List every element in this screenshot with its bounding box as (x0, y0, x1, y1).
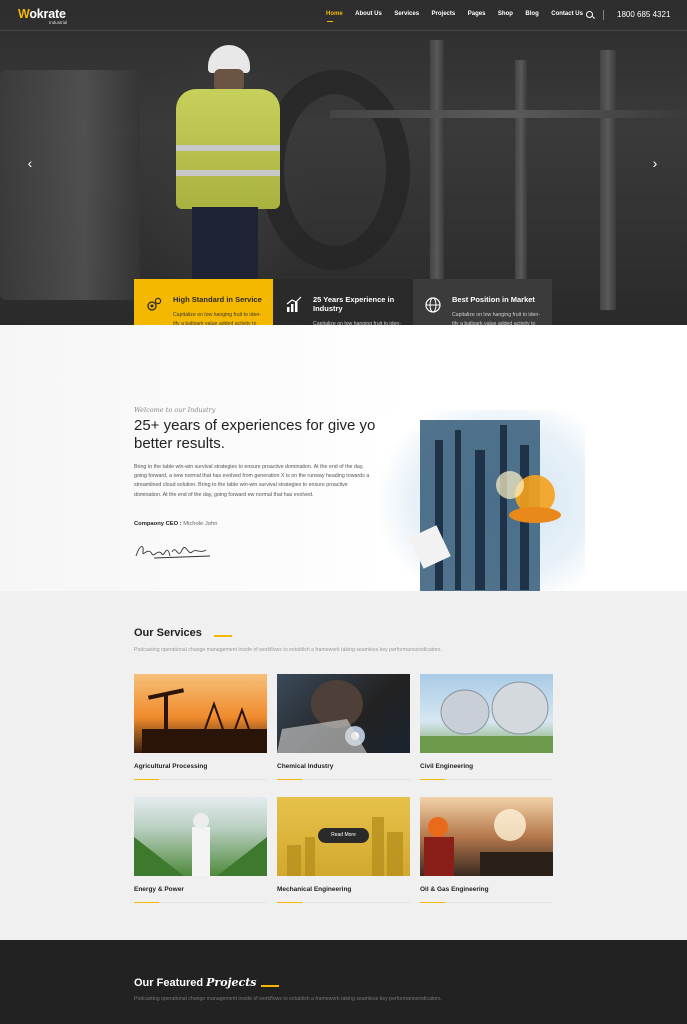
hero-worker (170, 45, 280, 285)
service-card[interactable]: Oil & Gas Engineering (420, 797, 553, 903)
feature-title: High Standard in Service (173, 295, 262, 304)
service-divider (277, 901, 410, 903)
menu-item-projects[interactable]: Projects (432, 11, 456, 17)
slider-next-arrow[interactable]: › (647, 155, 663, 171)
hero-arch (260, 70, 410, 270)
services-title: Our Services (134, 627, 202, 639)
service-title[interactable]: Civil Engineering (420, 763, 553, 770)
slider-prev-arrow[interactable]: ‹ (22, 155, 38, 171)
service-divider (134, 778, 267, 780)
service-card[interactable]: Energy & Power (134, 797, 267, 903)
phone-number[interactable]: 1800 685 4321 (617, 10, 670, 19)
services-subtitle: Podcasting operational change management… (134, 647, 442, 653)
logo-subtitle: Industrial (49, 20, 68, 25)
service-image[interactable]: Read More (277, 797, 410, 876)
menu-item-services[interactable]: Services (394, 11, 419, 17)
about-text: Bring to the table win-win survival stra… (134, 464, 370, 498)
service-image[interactable] (420, 674, 553, 753)
service-title[interactable]: Agricultural Processing (134, 763, 267, 770)
feature-title: 25 Years Experience in Industry (313, 295, 395, 313)
active-menu-indicator (327, 21, 333, 22)
about-kicker: Welcome to our Industry (134, 406, 216, 414)
top-navigation: Wokrate Industrial Home About Us Service… (0, 0, 687, 31)
service-divider (420, 901, 553, 903)
service-card[interactable]: Read More Mechanical Engineering (277, 797, 410, 903)
projects-subtitle: Podcasting operational change management… (134, 996, 442, 1002)
service-card[interactable]: Chemical Industry (277, 674, 410, 780)
menu-item-pages[interactable]: Pages (468, 11, 486, 17)
hero-pipe (430, 40, 444, 290)
projects-title: Our Featured Projects (134, 976, 257, 989)
service-image[interactable] (134, 797, 267, 876)
about-title: 25+ years of experiences for give you be… (134, 417, 384, 452)
ceo-signature (135, 546, 211, 559)
service-card[interactable]: Agricultural Processing (134, 674, 267, 780)
service-title[interactable]: Energy & Power (134, 886, 267, 893)
service-image[interactable] (277, 674, 410, 753)
feature-title: Best Position in Market (452, 295, 535, 304)
globe-icon (424, 296, 442, 314)
service-divider (277, 778, 410, 780)
hero-tank (0, 70, 140, 300)
hero-pipe (330, 110, 687, 118)
service-card[interactable]: Civil Engineering (420, 674, 553, 780)
service-title[interactable]: Mechanical Engineering (277, 886, 410, 893)
title-accent-line (214, 635, 232, 637)
hero-pipe (600, 50, 616, 310)
main-menu: Home About Us Services Projects Pages Sh… (326, 11, 595, 17)
about-industry-image (375, 410, 585, 592)
menu-item-shop[interactable]: Shop (498, 11, 513, 17)
service-divider (420, 778, 553, 780)
search-icon[interactable] (586, 11, 593, 18)
gears-icon (145, 296, 163, 314)
menu-item-contact[interactable]: Contact Us (551, 11, 583, 17)
logo[interactable]: Wokrate (18, 7, 66, 21)
service-title[interactable]: Chemical Industry (277, 763, 410, 770)
service-image[interactable] (134, 674, 267, 753)
title-accent-line (261, 985, 279, 987)
menu-item-about[interactable]: About Us (355, 11, 382, 17)
nav-divider (603, 10, 604, 20)
chart-icon (285, 296, 303, 314)
service-divider (134, 901, 267, 903)
menu-item-blog[interactable]: Blog (525, 11, 538, 17)
service-image[interactable] (420, 797, 553, 876)
read-more-button[interactable]: Read More (318, 828, 369, 843)
projects-section (0, 940, 687, 1024)
service-title[interactable]: Oil & Gas Engineering (420, 886, 553, 893)
hero-pipe (515, 60, 527, 290)
hero-banner: ‹ › (0, 0, 687, 325)
ceo-line: Compaony CEO : Michole John (134, 521, 218, 527)
menu-item-home[interactable]: Home (326, 11, 343, 17)
